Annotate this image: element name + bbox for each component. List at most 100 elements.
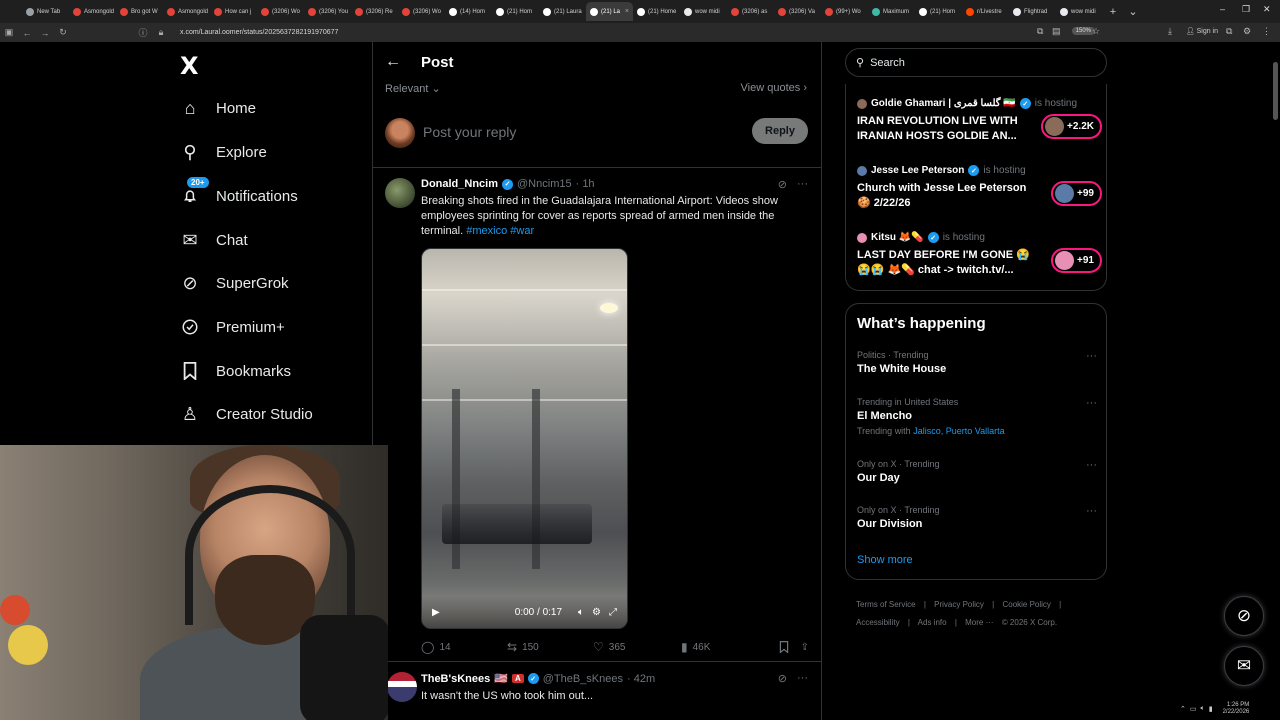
minimize-icon[interactable]: –	[1220, 4, 1225, 14]
author-handle[interactable]: @Nncim15	[517, 178, 572, 190]
author-name[interactable]: TheB'sKnees	[421, 673, 490, 685]
reload-icon[interactable]: ↻	[54, 27, 72, 38]
close-window-icon[interactable]: ✕	[1263, 4, 1271, 15]
listeners-badge[interactable]: +2.2K	[1041, 114, 1102, 139]
battery-icon[interactable]: ▮	[1209, 705, 1213, 713]
space-item[interactable]: Kitsu 🦊💊 ✓ is hosting LAST DAY BEFORE I'…	[857, 232, 1102, 276]
browser-tab[interactable]: (3206) You	[304, 2, 351, 21]
nav-item-creator-studio[interactable]: ♙ Creator Studio	[180, 404, 313, 424]
space-item[interactable]: Jesse Lee Peterson ✓ is hosting Church w…	[857, 165, 1102, 209]
grok-icon[interactable]: ⊘	[778, 672, 787, 685]
clock[interactable]: 1:26 PM 2/22/2026	[1223, 702, 1250, 716]
author-handle[interactable]: @TheB_sKnees	[543, 673, 623, 685]
messages-fab-button[interactable]: ✉	[1224, 646, 1264, 686]
trend-item[interactable]: Politics · Trending The White House ···	[857, 350, 1097, 375]
browser-tab[interactable]: (21) La ×	[586, 2, 633, 21]
ads-info-link[interactable]: Ads info	[918, 618, 947, 627]
tweet-time[interactable]: · 1h	[576, 178, 595, 190]
view-quotes-link[interactable]: View quotes ›	[741, 82, 807, 94]
browser-tab[interactable]: (14) Hom	[445, 2, 492, 21]
extensions-icon[interactable]: ⧉	[1226, 26, 1232, 37]
screenshot-icon[interactable]: ⧉	[1037, 26, 1043, 37]
browser-tab[interactable]: New Tab	[22, 2, 69, 21]
author-name[interactable]: Donald_Nncim	[421, 178, 498, 190]
views-action[interactable]: ▮ 46K	[681, 640, 771, 654]
nav-item-chat[interactable]: ✉ Chat	[180, 230, 247, 250]
tray-chevron-icon[interactable]: ⌃	[1180, 705, 1186, 713]
tweet-time[interactable]: · 42m	[627, 673, 655, 685]
fullscreen-icon[interactable]: ⤢	[609, 607, 617, 618]
browser-tab[interactable]: Flightrad	[1009, 2, 1056, 21]
listeners-badge[interactable]: +99	[1051, 181, 1102, 206]
download-icon[interactable]: ⤓	[1168, 26, 1172, 37]
reply-action[interactable]: ◯ 14	[421, 640, 507, 654]
video-player[interactable]: ▶ 0:00 / 0:17 🔈︎ ⚙ ⤢	[421, 248, 628, 629]
browser-tab[interactable]: (3206) as	[727, 2, 774, 21]
search-input[interactable]: ⚲ Search	[845, 48, 1107, 77]
page-scrollbar[interactable]	[1273, 62, 1278, 120]
avatar[interactable]	[385, 118, 415, 148]
privacy-link[interactable]: Privacy Policy	[934, 600, 984, 609]
avatar[interactable]	[385, 178, 415, 208]
back-arrow-icon[interactable]: ←	[385, 53, 401, 71]
like-action[interactable]: ♡ 365	[593, 640, 681, 654]
close-tab-icon[interactable]: ×	[625, 8, 629, 15]
avatar[interactable]	[387, 672, 417, 702]
grok-fab-button[interactable]: ⊘	[1224, 596, 1264, 636]
browser-tab[interactable]: How can j	[210, 2, 257, 21]
tweet[interactable]: TheB'sKnees 🇺🇸 A ✓ @TheB_sKnees · 42m ⊘ …	[373, 664, 821, 720]
forward-icon[interactable]: →	[36, 28, 54, 38]
browser-tab[interactable]: wow midi	[1056, 2, 1103, 21]
nav-item-premium[interactable]: Premium+	[180, 317, 285, 337]
more-dots-icon[interactable]: ···	[1086, 397, 1097, 409]
space-item[interactable]: Goldie Ghamari | گلسا قمری 🇮🇷 ✓ is hosti…	[857, 98, 1102, 142]
browser-tab[interactable]: (21) Hom	[492, 2, 539, 21]
sort-dropdown[interactable]: Relevant ⌄	[385, 82, 441, 95]
bookmark-icon[interactable]	[779, 641, 789, 653]
trend-with-links[interactable]: Jalisco, Puerto Vallarta	[913, 426, 1004, 436]
browser-tab[interactable]: (21) Laura	[539, 2, 586, 21]
more-dots-icon[interactable]: ···	[797, 178, 808, 191]
accessibility-link[interactable]: Accessibility	[856, 618, 900, 627]
reply-button[interactable]: Reply	[752, 118, 808, 144]
browser-tab[interactable]: wow midi	[680, 2, 727, 21]
cookie-link[interactable]: Cookie Policy	[1002, 600, 1050, 609]
hashtag-link[interactable]: #war	[510, 225, 534, 237]
grok-icon[interactable]: ⊘	[778, 178, 787, 191]
more-link[interactable]: More ···	[965, 618, 993, 627]
repost-action[interactable]: ⇆ 150	[507, 640, 593, 654]
favorite-star-icon[interactable]: ☆	[1092, 26, 1100, 37]
browser-tab[interactable]: Asmongold	[69, 2, 116, 21]
browser-tab[interactable]: (21) Hom	[915, 2, 962, 21]
browser-tab[interactable]: r/Livestre	[962, 2, 1009, 21]
more-dots-icon[interactable]: ···	[1086, 350, 1097, 362]
more-dots-icon[interactable]: ···	[797, 672, 808, 685]
browser-tab[interactable]: (3206) Va	[774, 2, 821, 21]
url-field[interactable]: x.com/Laural.oomer/status/20256372821919…	[180, 29, 338, 36]
terms-link[interactable]: Terms of Service	[856, 600, 916, 609]
nav-item-home[interactable]: ⌂ Home	[180, 98, 256, 118]
browser-tab[interactable]: Maximum	[868, 2, 915, 21]
tweet[interactable]: Donald_Nncim ✓ @Nncim15 · 1h ⊘ ··· Break…	[373, 170, 821, 662]
more-dots-icon[interactable]: ···	[1086, 459, 1097, 471]
share-icon[interactable]: ⇪	[801, 642, 809, 653]
settings-icon[interactable]: ⚙	[1243, 26, 1251, 37]
new-tab-button[interactable]: +	[1103, 6, 1123, 18]
restore-icon[interactable]: ❐	[1242, 4, 1250, 15]
volume-icon[interactable]: 🔈︎	[578, 607, 584, 618]
menu-dots-icon[interactable]: ⋮	[1262, 26, 1271, 37]
nav-item-supergrok[interactable]: ⊘ SuperGrok	[180, 273, 288, 293]
hashtag-link[interactable]: #mexico	[466, 225, 507, 237]
trend-item[interactable]: Only on X · Trending Our Day ···	[857, 459, 1097, 484]
site-info-icon[interactable]: ⓘ	[134, 26, 152, 39]
back-icon[interactable]: ←	[18, 28, 36, 38]
listeners-badge[interactable]: +91	[1051, 248, 1102, 273]
more-dots-icon[interactable]: ···	[1086, 505, 1097, 517]
tab-list-chevron-icon[interactable]: ⌄	[1123, 5, 1143, 18]
trend-item[interactable]: Trending in United States El Mencho Tren…	[857, 397, 1097, 436]
play-icon[interactable]: ▶	[432, 607, 440, 618]
reply-input[interactable]: Post your reply	[423, 124, 516, 140]
sign-in-button[interactable]: 👤︎ Sign in	[1186, 27, 1218, 35]
nav-item-bookmarks[interactable]: Bookmarks	[180, 361, 291, 381]
video-settings-icon[interactable]: ⚙	[592, 607, 601, 618]
